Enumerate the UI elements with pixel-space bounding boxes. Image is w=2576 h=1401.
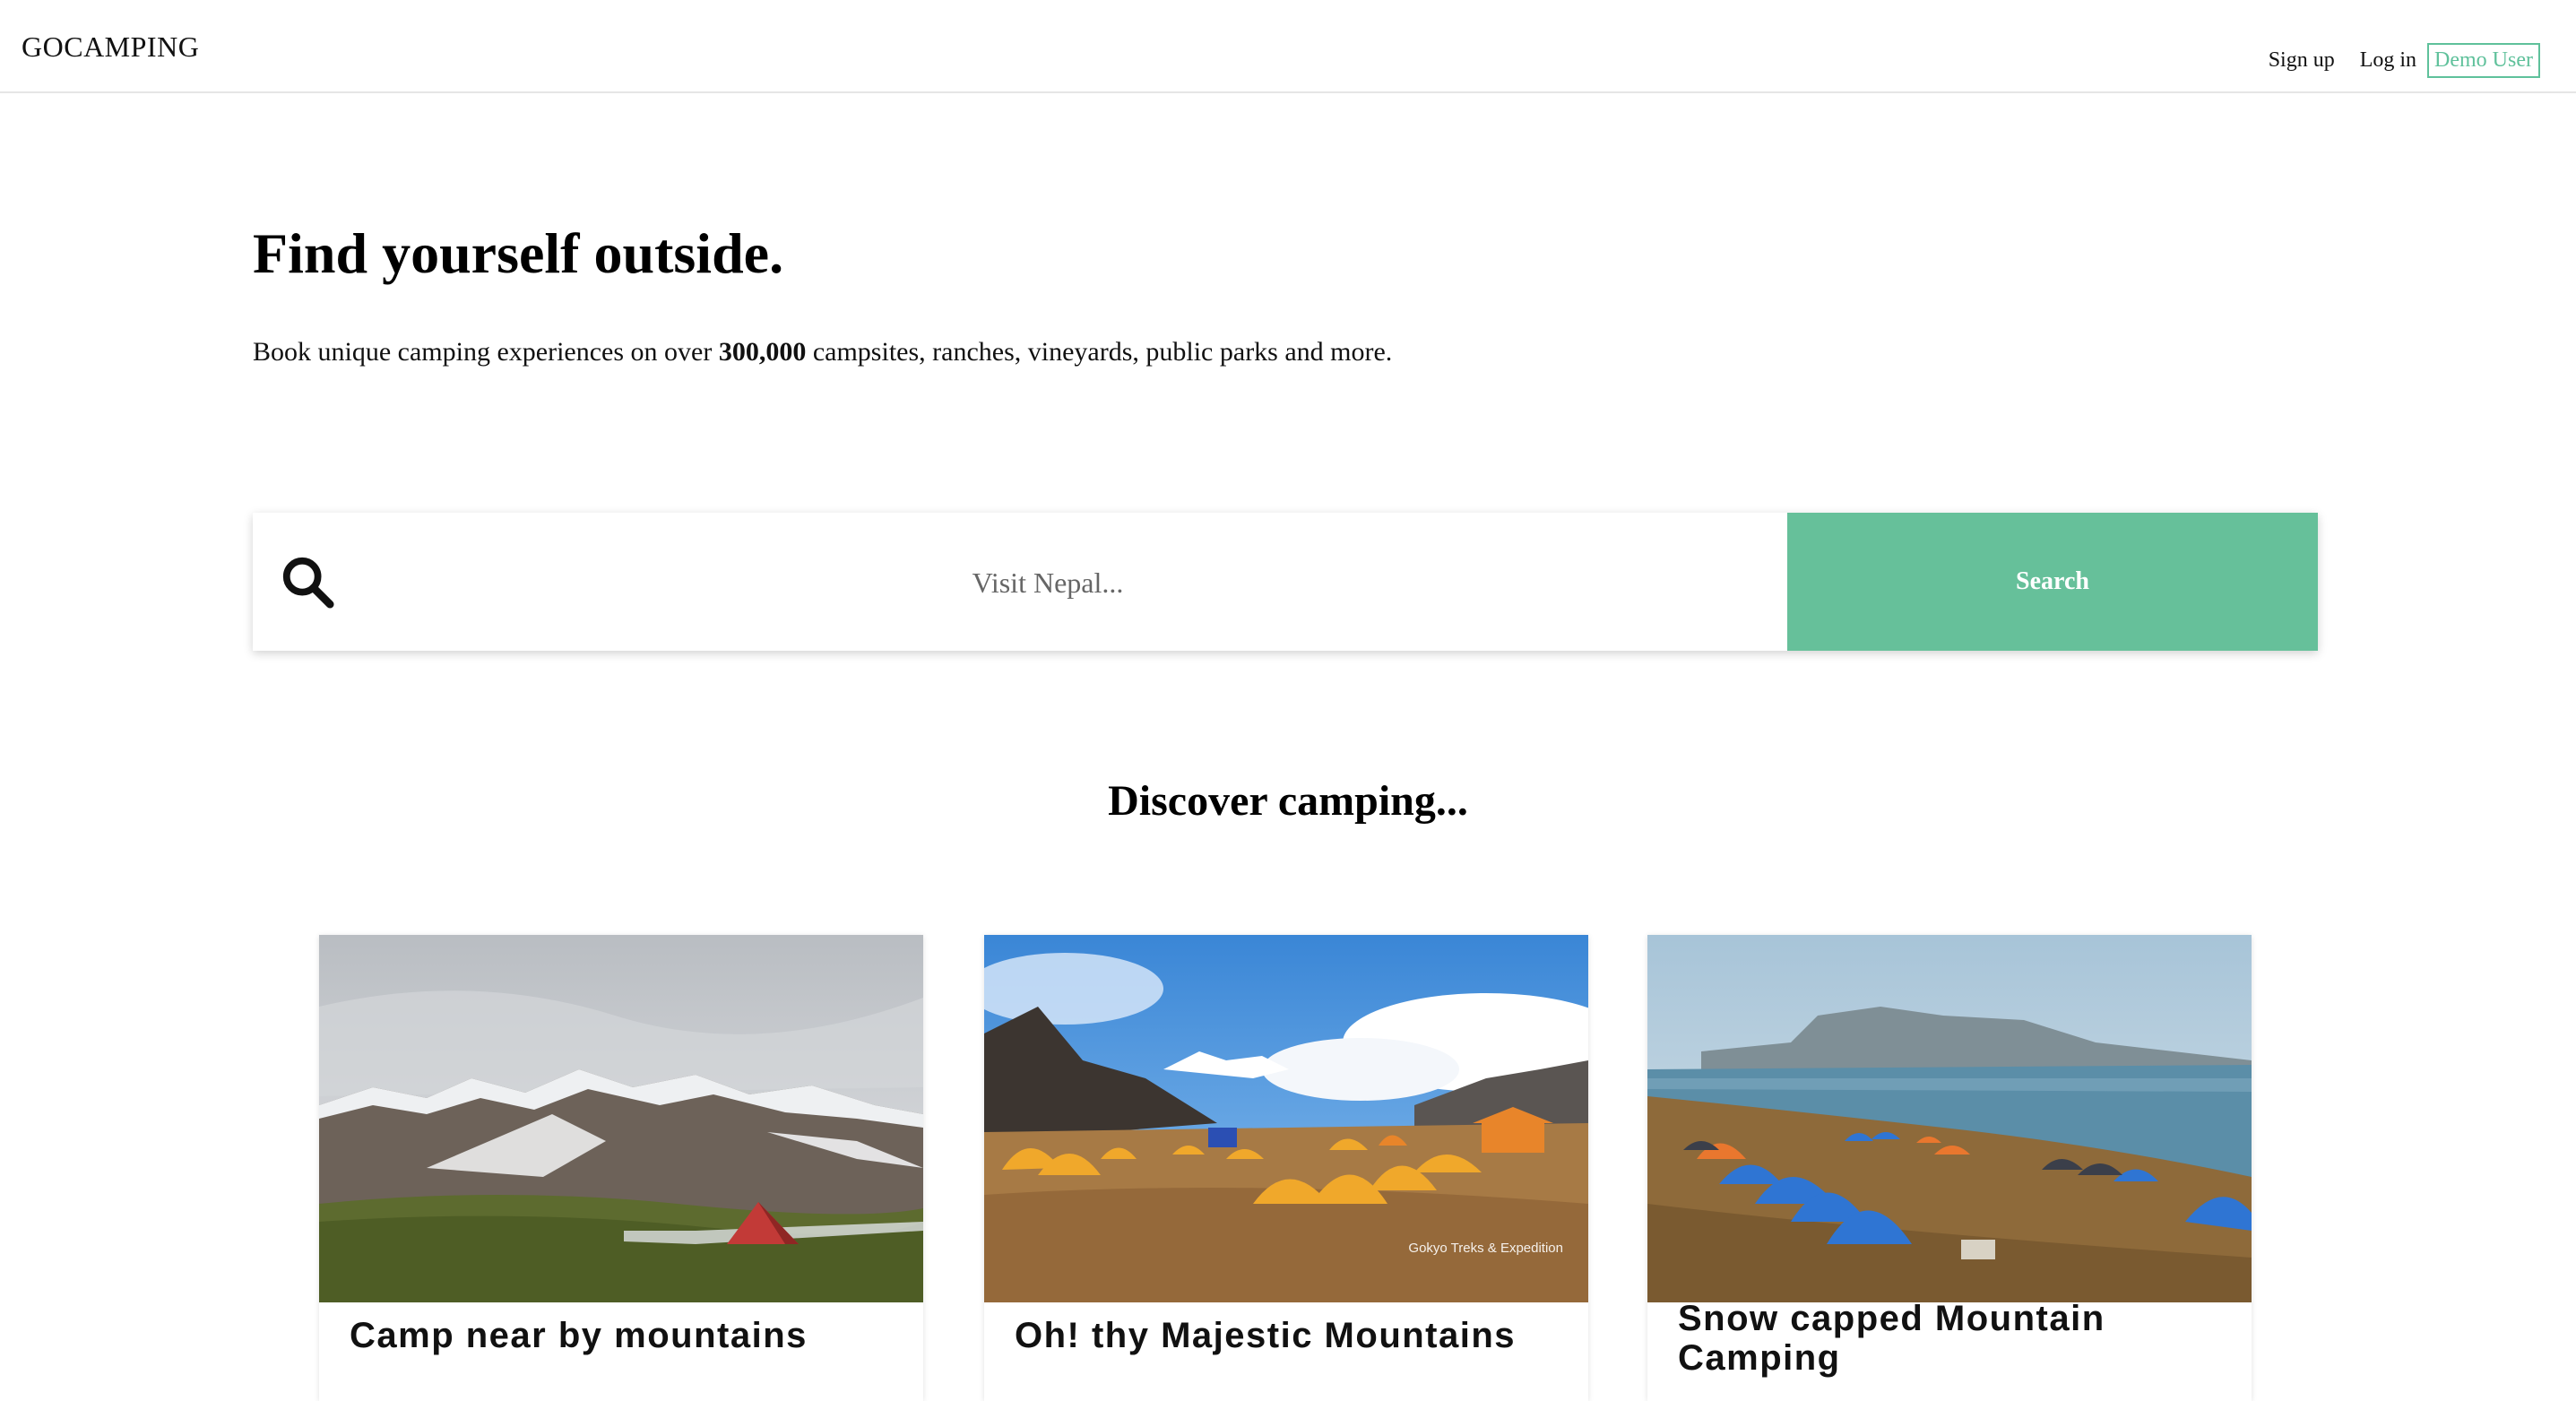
site-logo[interactable]: GOCAMPING xyxy=(22,30,199,64)
hero-title: Find yourself outside. xyxy=(253,221,784,285)
signup-link[interactable]: Sign up xyxy=(2269,48,2335,73)
top-navbar: GOCAMPING Sign up Log in Demo User xyxy=(0,0,2576,93)
card-title[interactable]: Oh! thy Majestic Mountains xyxy=(1015,1316,1561,1356)
search-bar: Search xyxy=(253,513,2318,651)
search-input[interactable] xyxy=(360,549,1735,617)
discover-title: Discover camping... xyxy=(1108,777,1468,825)
image-watermark: Gokyo Treks & Expedition xyxy=(1408,1241,1563,1256)
card-image-snowy-mountains xyxy=(319,935,923,1302)
camp-card[interactable]: Snow capped Mountain Camping xyxy=(1647,935,2252,1401)
hero-subtitle-before: Book unique camping experiences on over xyxy=(253,337,719,367)
hero-subtitle-count: 300,000 xyxy=(718,337,807,367)
camp-card[interactable]: Camp near by mountains xyxy=(319,935,923,1401)
hero-subtitle-after: campsites, ranches, vineyards, public pa… xyxy=(806,337,1393,367)
demo-user-button[interactable]: Demo User xyxy=(2427,43,2540,78)
login-link[interactable]: Log in xyxy=(2360,48,2416,73)
search-icon[interactable] xyxy=(280,554,335,610)
card-title[interactable]: Snow capped Mountain Camping xyxy=(1678,1299,2225,1378)
card-image-yellow-tents: Gokyo Treks & Expedition xyxy=(984,935,1588,1302)
nav-actions: Sign up Log in Demo User xyxy=(2243,43,2540,78)
search-field-container xyxy=(253,513,1787,651)
card-image-blue-tents xyxy=(1647,935,2252,1302)
hero-subtitle: Book unique camping experiences on over … xyxy=(253,337,1392,368)
search-button[interactable]: Search xyxy=(1787,513,2318,651)
camp-card[interactable]: Gokyo Treks & Expedition Oh! thy Majesti… xyxy=(984,935,1588,1401)
card-title[interactable]: Camp near by mountains xyxy=(350,1316,896,1356)
